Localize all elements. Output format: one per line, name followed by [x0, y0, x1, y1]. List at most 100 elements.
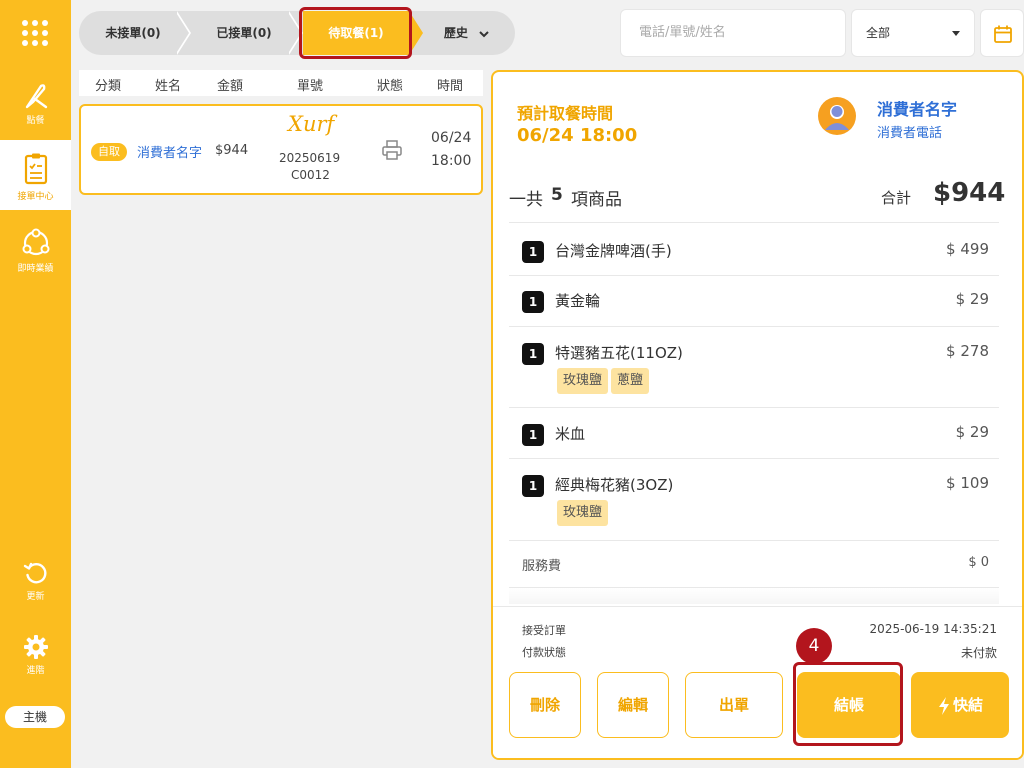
payment-label: 付款狀態: [522, 646, 566, 659]
order-amount: $944: [215, 143, 249, 158]
clipboard-icon: [24, 153, 47, 185]
quantity-badge: 1: [522, 424, 544, 446]
item-name: 米血: [555, 425, 586, 443]
print-receipt-button[interactable]: 出單: [685, 672, 783, 738]
modifier-tag: 玫瑰鹽: [557, 500, 609, 526]
host-button[interactable]: 主機: [5, 706, 65, 728]
total-label: 合計: [881, 189, 912, 207]
list-item[interactable]: 1 台灣金牌啤酒(手) $ 499: [509, 226, 999, 276]
list-item[interactable]: 1 特選豬五花(11OZ) $ 278 玫瑰鹽 蔥鹽: [509, 327, 999, 408]
scroll-fade: [509, 588, 999, 604]
quantity-badge: 1: [522, 343, 544, 365]
printer-icon[interactable]: [381, 139, 403, 161]
item-price: $ 29: [955, 290, 989, 308]
order-detail-panel: 預計取餐時間 06/24 18:00 消費者名字 消費者電話 一共 5 項商品 …: [491, 70, 1024, 760]
sidebar-item-order[interactable]: 點餐: [0, 76, 71, 130]
avatar: [818, 97, 856, 135]
modifier-list: 玫瑰鹽 蔥鹽: [557, 368, 652, 394]
sidebar-item-label: 即時業績: [17, 264, 54, 274]
quick-checkout-button[interactable]: 快結: [911, 672, 1009, 738]
caret-down-icon: [952, 31, 960, 36]
filter-select[interactable]: 全部: [851, 9, 975, 57]
item-count-prefix: 一共: [509, 190, 543, 210]
pickup-tag: 自取: [91, 143, 127, 161]
chart-cycle-icon: [22, 228, 49, 256]
gear-icon: [23, 635, 48, 659]
sidebar-item-settings[interactable]: 進階: [0, 634, 71, 682]
detail-customer-name: 消費者名字: [877, 100, 958, 119]
col-name: 姓名: [155, 79, 182, 94]
app-grid-icon[interactable]: [22, 20, 48, 46]
customer-phone: 消費者電話: [877, 126, 943, 141]
status-tabs: 未接單(0) 已接單(0) 待取餐(1) 歷史: [79, 11, 515, 55]
col-status: 狀態: [377, 79, 404, 94]
quantity-badge: 1: [522, 291, 544, 313]
chevron-down-icon: [479, 30, 489, 37]
list-item[interactable]: 1 黃金輪 $ 29: [509, 276, 999, 327]
calendar-button[interactable]: [980, 9, 1024, 57]
col-category: 分類: [95, 79, 122, 94]
sidebar-item-sales[interactable]: 即時業績: [0, 226, 71, 282]
tab-not-accepted[interactable]: 未接單(0): [79, 11, 187, 55]
tab-history-label: 歷史: [443, 26, 468, 40]
checkout-highlight-box: [793, 662, 903, 746]
quantity-badge: 1: [522, 475, 544, 497]
filter-value: 全部: [866, 26, 891, 40]
refresh-icon: [23, 562, 47, 584]
service-fee-value: $ 0: [968, 555, 989, 570]
pickup-time: 06/24 18:00: [517, 125, 638, 146]
knife-icon: [25, 84, 47, 109]
tab-history[interactable]: 歷史: [427, 11, 507, 55]
search-input[interactable]: [637, 24, 831, 41]
modifier-list: 玫瑰鹽: [557, 500, 611, 526]
order-card[interactable]: 自取 消費者名字 $944 Xurf 20250619 C0012 06/24 …: [79, 104, 483, 195]
item-name: 特選豬五花(11OZ): [555, 344, 683, 362]
item-count-suffix: 項商品: [571, 190, 622, 210]
item-price: $ 499: [946, 240, 989, 258]
step-badge: 4: [796, 628, 832, 664]
sidebar-item-order-center[interactable]: 接單中心: [0, 140, 71, 210]
tab-highlight-box: [299, 7, 412, 59]
item-price: $ 109: [946, 474, 989, 492]
edit-button[interactable]: 編輯: [597, 672, 669, 738]
order-number: 20250619: [279, 151, 341, 165]
sidebar-item-refresh[interactable]: 更新: [0, 560, 71, 608]
accept-label: 接受訂單: [522, 624, 566, 637]
item-name: 台灣金牌啤酒(手): [555, 242, 672, 260]
brand-logo: Xurf: [288, 112, 335, 136]
item-name: 經典梅花豬(3OZ): [555, 476, 674, 494]
sidebar-item-label: 進階: [26, 666, 45, 676]
item-name: 黃金輪: [555, 292, 601, 310]
modifier-tag: 蔥鹽: [611, 368, 650, 394]
accept-time: 2025-06-19 14:35:21: [869, 622, 997, 636]
sidebar-item-label: 接單中心: [17, 192, 54, 202]
col-order-no: 單號: [297, 79, 324, 94]
col-time: 時間: [437, 79, 464, 94]
total-amount: $944: [933, 178, 1006, 208]
pickup-label: 預計取餐時間: [517, 104, 614, 123]
sidebar: 點餐 接單中心 即時業績 更新 進階 主機: [0, 0, 71, 768]
search-box: [620, 9, 846, 57]
delete-button[interactable]: 刪除: [509, 672, 581, 738]
item-price: $ 278: [946, 342, 989, 360]
tab-accepted[interactable]: 已接單(0): [189, 11, 299, 55]
list-item[interactable]: 1 米血 $ 29: [509, 408, 999, 459]
col-amount: 金額: [217, 79, 244, 94]
modifier-tag: 玫瑰鹽: [557, 368, 609, 394]
customer-name: 消費者名字: [137, 146, 203, 161]
calendar-icon: [994, 25, 1012, 43]
lightning-icon: [938, 696, 949, 715]
order-time: 18:00: [431, 153, 472, 169]
list-item[interactable]: 1 經典梅花豬(3OZ) $ 109 玫瑰鹽: [509, 459, 999, 541]
list-header: 分類 姓名 金額 單號 狀態 時間: [79, 70, 483, 96]
sidebar-item-label: 點餐: [26, 116, 45, 126]
item-count: 5: [551, 185, 563, 205]
order-date: 06/24: [431, 130, 472, 146]
quantity-badge: 1: [522, 241, 544, 263]
service-fee-label: 服務費: [522, 559, 562, 574]
order-code: C0012: [291, 168, 330, 182]
sidebar-item-label: 更新: [26, 592, 45, 602]
service-fee-row: 服務費 $ 0: [509, 541, 999, 588]
quick-checkout-label: 快結: [952, 696, 983, 714]
item-count-row: 一共 5 項商品 合計 $944: [509, 178, 1005, 223]
